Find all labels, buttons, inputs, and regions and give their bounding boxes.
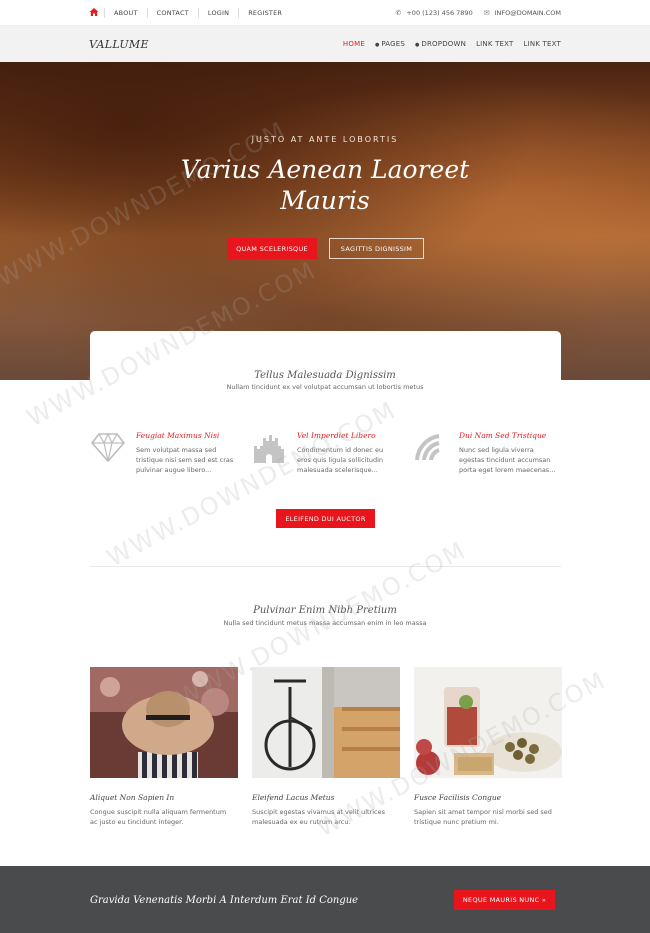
section-divider <box>90 566 561 567</box>
feature-text: Sem volutpat massa sed tristique nisi se… <box>136 446 234 474</box>
top-link-contact[interactable]: CONTACT <box>146 8 198 18</box>
nav-item-home[interactable]: HOME <box>343 40 365 48</box>
cta-text: Gravida Venenatis Morbi A Interdum Erat … <box>90 895 359 906</box>
phone-number: +00 (123) 456 7890 <box>406 9 473 17</box>
home-icon[interactable] <box>89 7 99 17</box>
diamond-icon <box>90 432 126 463</box>
site-logo[interactable]: VALLUME <box>89 38 149 51</box>
nav-item-link-2[interactable]: LINK TEXT <box>524 40 561 48</box>
top-link-about[interactable]: ABOUT <box>104 8 147 18</box>
features-button[interactable]: ELEIFEND DUI AUCTOR <box>276 509 375 528</box>
features-title: Tellus Malesuada Dignissim <box>254 370 396 381</box>
portfolio-item-text: Sapien sit amet tempor nisl morbi sed se… <box>414 808 552 826</box>
cta-banner: Gravida Venenatis Morbi A Interdum Erat … <box>0 866 650 933</box>
features-subtitle: Nullam tincidunt ex vel volutpat accumsa… <box>226 383 424 391</box>
main-nav: VALLUME HOME ● PAGES ● DROPDOWN LINK TEX… <box>0 26 650 62</box>
top-contact: ✆ +00 (123) 456 7890 ✉ INFO@DOMAIN.COM <box>395 0 561 26</box>
portfolio-item-title[interactable]: Eleifend Lacus Metus <box>252 793 334 802</box>
feature-title[interactable]: Vel Imperdiet Libero <box>297 431 417 440</box>
nav-menu: HOME ● PAGES ● DROPDOWN LINK TEXT LINK T… <box>343 26 561 62</box>
hat-photo[interactable] <box>90 667 238 778</box>
castle-icon <box>254 435 284 463</box>
portfolio-item-title[interactable]: Fusce Facilisis Congue <box>414 793 501 802</box>
food-photo[interactable] <box>414 667 562 778</box>
nav-item-link-1[interactable]: LINK TEXT <box>476 40 513 48</box>
feature-text: Nunc sed ligula viverra egestas tincidun… <box>459 446 556 474</box>
portfolio-item-text: Suscipit egestas vivamus at velit ultric… <box>252 808 386 826</box>
hero-title: Varius Aenean Laoreet Mauris <box>180 155 470 215</box>
feature-title[interactable]: Dui Nam Sed Tristique <box>459 431 579 440</box>
hero-secondary-button[interactable]: SAGITTIS DIGNISSIM <box>329 238 424 259</box>
cta-button[interactable]: NEQUE MAURIS NUNC » <box>454 890 555 910</box>
portfolio-item-text: Congue suscipit nulla aliquam fermentum … <box>90 808 227 826</box>
bicycle-photo[interactable] <box>252 667 400 778</box>
portfolio-subtitle: Nulla sed tincidunt metus massa accumsan… <box>223 619 427 627</box>
top-bar: ABOUT CONTACT LOGIN REGISTER ✆ +00 (123)… <box>0 0 650 26</box>
top-link-login[interactable]: LOGIN <box>197 8 238 18</box>
mail-icon: ✉ <box>483 9 490 17</box>
email-address[interactable]: INFO@DOMAIN.COM <box>495 9 561 17</box>
portfolio-item: Eleifend Lacus Metus Suscipit egestas vi… <box>252 667 400 826</box>
feature-text: Condimentum id donec eu eros quis ligula… <box>297 446 384 474</box>
phone-icon: ✆ <box>395 9 402 17</box>
top-link-register[interactable]: REGISTER <box>238 8 291 18</box>
hero-kicker: JUSTO AT ANTE LOBORTIS <box>251 135 399 144</box>
hero-primary-button[interactable]: QUAM SCELERISQUE <box>227 238 317 259</box>
portfolio-item: Fusce Facilisis Congue Sapien sit amet t… <box>414 667 562 826</box>
feature-title[interactable]: Feugiat Maximus Nisi <box>136 431 256 440</box>
nav-item-dropdown[interactable]: ● DROPDOWN <box>415 40 466 48</box>
signal-icon <box>415 434 440 461</box>
portfolio-item-title[interactable]: Aliquet Non Sapien In <box>90 793 174 802</box>
nav-item-pages[interactable]: ● PAGES <box>375 40 405 48</box>
portfolio-item: Aliquet Non Sapien In Congue suscipit nu… <box>90 667 238 826</box>
portfolio-title: Pulvinar Enim Nibh Pretium <box>253 605 397 616</box>
top-links: ABOUT CONTACT LOGIN REGISTER <box>104 0 291 26</box>
